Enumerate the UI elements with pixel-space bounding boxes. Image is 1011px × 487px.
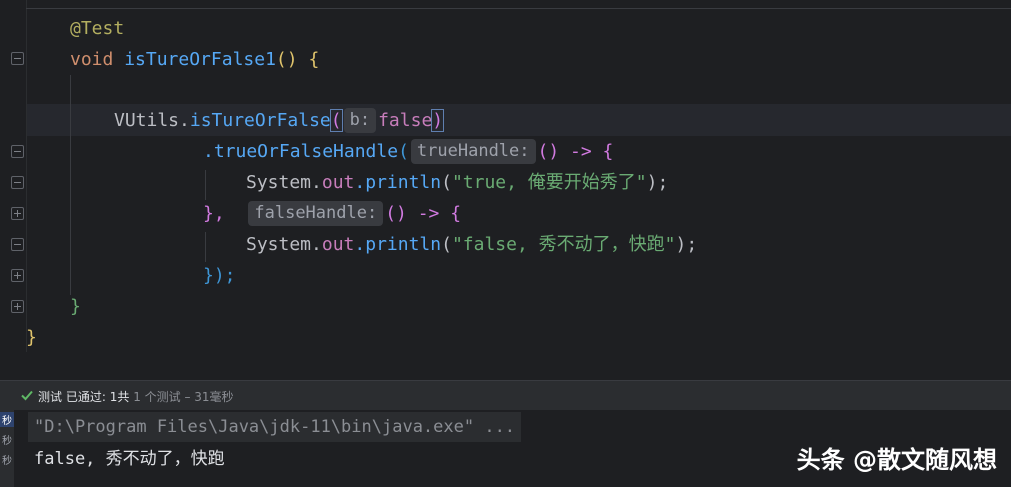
- parameter-hint-false-handle: falseHandle:: [248, 201, 384, 226]
- boolean-literal-token: false: [378, 110, 433, 131]
- test-duration-item[interactable]: 秒: [0, 412, 14, 427]
- class-token: System: [246, 172, 312, 193]
- code-line[interactable]: System.out.println("true, 俺要开始秀了");: [246, 167, 668, 198]
- class-token: System: [246, 234, 312, 255]
- fold-collapse-icon[interactable]: [11, 145, 24, 158]
- status-label: 测试: [38, 390, 63, 404]
- test-duration-item[interactable]: 秒: [0, 452, 14, 467]
- fold-expand-icon[interactable]: [11, 269, 24, 282]
- command-line-output[interactable]: "D:\Program Files\Java\jdk-11\bin\java.e…: [28, 412, 522, 442]
- string-literal-true: "true, 俺要开始秀了": [451, 172, 647, 193]
- semicolon-token: );: [646, 172, 669, 193]
- close-paren-token: ): [431, 109, 445, 132]
- gutter-divider: [26, 0, 27, 352]
- status-passed: 已通过:: [65, 390, 106, 404]
- code-line[interactable]: VUtils.isTureOrFalse(b: false): [114, 105, 445, 136]
- fold-expand-icon[interactable]: [11, 300, 24, 313]
- status-count: 1共: [109, 390, 130, 404]
- test-tree-strip[interactable]: 秒 秒 秒: [0, 410, 14, 487]
- watermark: 头条 @散文随风想: [796, 446, 997, 474]
- keyword-token: void: [70, 49, 114, 70]
- field-token: out: [321, 172, 355, 193]
- method-name-token: isTureOrFalse1: [124, 49, 276, 70]
- println-token: .println: [354, 234, 442, 255]
- parameter-hint-b: b:: [343, 108, 377, 133]
- paren-token: (): [275, 49, 298, 70]
- code-editor[interactable]: @Test void isTureOrFalse1() { VUtils.isT…: [0, 0, 1011, 352]
- close-brace-token: },: [203, 203, 225, 224]
- program-output: false, 秀不动了，快跑: [34, 449, 225, 469]
- test-status-text: 测试 已通过: 1共 1 个测试 – 31毫秒: [38, 388, 234, 405]
- open-paren-token: (: [329, 109, 343, 132]
- fold-expand-icon[interactable]: [11, 207, 24, 220]
- indent-guide: [205, 232, 206, 262]
- dot-token: .: [179, 110, 190, 131]
- method-call-token: isTureOrFalse: [189, 110, 331, 131]
- indent-guide: [70, 75, 71, 295]
- brace-token: {: [308, 49, 320, 70]
- handle-method-token: .trueOrFalseHandle: [203, 141, 399, 162]
- field-token: out: [321, 234, 355, 255]
- close-brace-token: });: [203, 265, 236, 286]
- parameter-hint-true-handle: trueHandle:: [410, 139, 536, 164]
- code-line[interactable]: void isTureOrFalse1() {: [70, 44, 319, 75]
- println-token: .println: [354, 172, 442, 193]
- class-token: VUtils: [114, 110, 180, 131]
- code-line[interactable]: @Test: [70, 13, 124, 44]
- indent-guide: [205, 170, 206, 200]
- semicolon-token: );: [675, 234, 698, 255]
- fold-collapse-icon[interactable]: [11, 176, 24, 189]
- check-icon: [21, 390, 33, 401]
- code-line[interactable]: }: [70, 291, 81, 322]
- status-detail: 1 个测试 – 31毫秒: [133, 390, 234, 404]
- close-brace-token: }: [26, 327, 37, 348]
- string-literal-false: "false, 秀不动了，快跑": [451, 234, 676, 255]
- lambda-token: () -> {: [537, 141, 614, 162]
- close-brace-token: }: [70, 296, 81, 317]
- code-line[interactable]: System.out.println("false, 秀不动了，快跑");: [246, 229, 697, 260]
- code-line[interactable]: }: [26, 322, 37, 352]
- fold-collapse-icon[interactable]: [11, 238, 24, 251]
- test-duration-item[interactable]: 秒: [0, 432, 14, 447]
- test-status-bar: 测试 已通过: 1共 1 个测试 – 31毫秒: [0, 380, 1011, 410]
- open-paren-token: (: [398, 141, 409, 162]
- code-line[interactable]: .trueOrFalseHandle(trueHandle:() -> {: [203, 136, 613, 167]
- code-line[interactable]: }, falseHandle:() -> {: [203, 198, 461, 229]
- code-line[interactable]: });: [203, 260, 236, 291]
- fold-collapse-icon[interactable]: [11, 52, 24, 65]
- annotation-token: @Test: [70, 18, 125, 39]
- method-separator: [26, 8, 1011, 9]
- lambda-token: () -> {: [385, 203, 462, 224]
